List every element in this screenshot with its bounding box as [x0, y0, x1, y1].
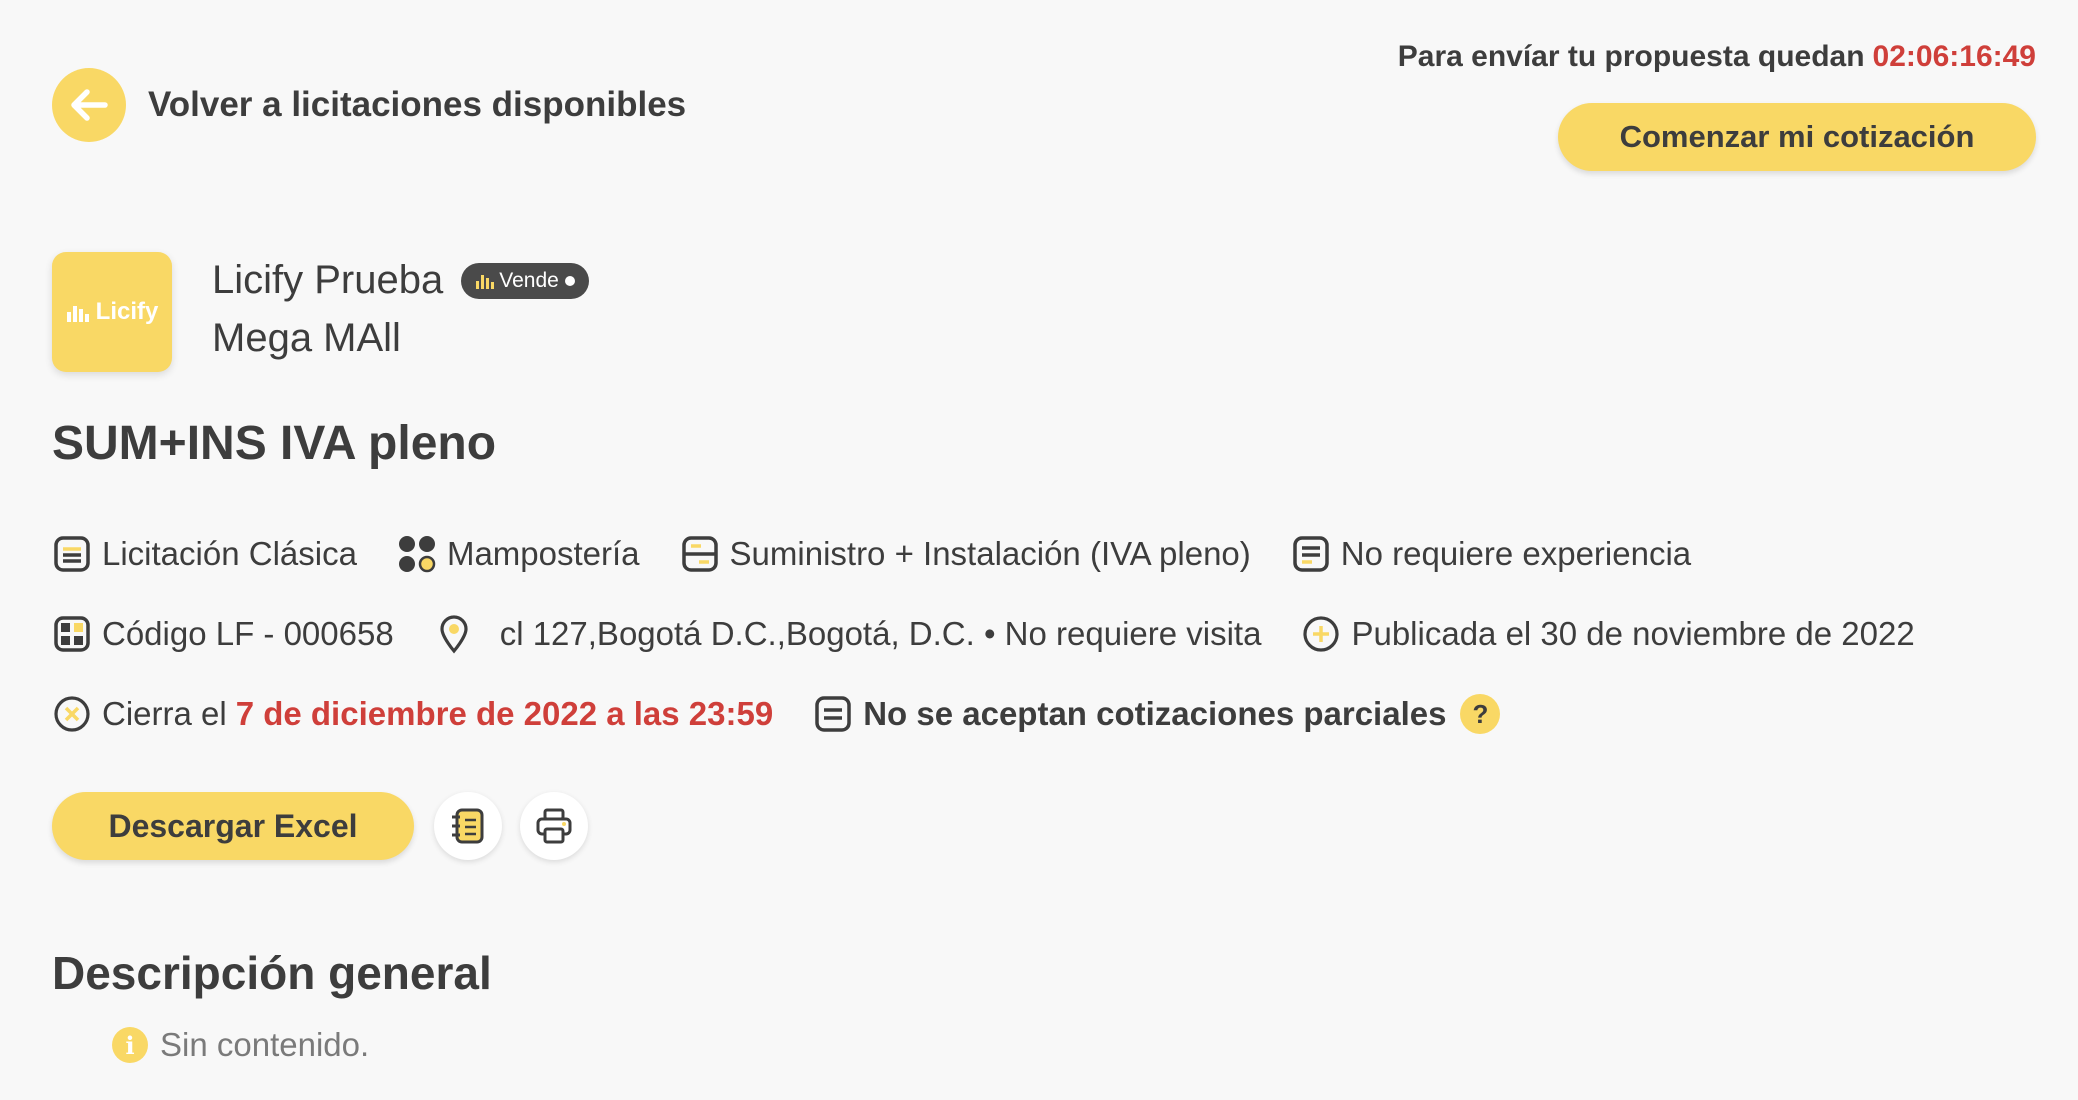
deadline-countdown: Para envíar tu propuesta quedan 02:06:16:… [1398, 40, 2036, 74]
bars-logo-icon [66, 306, 89, 322]
split-box-icon [680, 534, 720, 574]
company-name: Licify Prueba Vende [212, 258, 589, 303]
logo-wordmark: Licify [95, 298, 159, 325]
document-list-icon [52, 534, 92, 574]
grid-icon [52, 614, 92, 654]
badge-dot-icon [564, 275, 575, 286]
empty-description-text: Sin contenido. [160, 1026, 370, 1063]
back-link-label[interactable]: Volver a licitaciones disponibles [148, 85, 686, 125]
description-heading: Descripción general [52, 947, 492, 999]
closing-prefix: Cierra el [102, 695, 227, 732]
empty-description: i Sin contenido. [112, 1026, 369, 1064]
close-circle-icon [52, 694, 92, 734]
tender-published: Publicada el 30 de noviembre de 2022 [1301, 614, 1915, 654]
tender-info-row-3: Cierra el 7 de diciembre de 2022 a las 23… [52, 694, 1540, 734]
role-badge: Vende [461, 262, 589, 299]
tender-detail-page: Volver a licitaciones disponibles Para e… [0, 0, 2078, 1100]
bars-icon [476, 274, 495, 289]
print-button[interactable] [520, 792, 588, 860]
tender-info-row-2: Código LF - 000658 cl 127,Bogotá D.C.,Bo… [52, 614, 1955, 654]
countdown-value: 02:06:16:49 [1872, 40, 2036, 73]
map-pin-icon [434, 614, 474, 654]
project-name: Mega MAll [212, 316, 401, 360]
printer-icon [536, 808, 572, 844]
help-icon[interactable]: ? [1460, 694, 1501, 734]
start-quote-button[interactable]: Comenzar mi cotización [1558, 103, 2036, 171]
download-excel-button[interactable]: Descargar Excel [52, 792, 414, 860]
category-dots-icon [397, 534, 437, 574]
closing-date: 7 de diciembre de 2022 a las 23:59 [235, 695, 774, 732]
notes-button[interactable] [434, 792, 502, 860]
tender-experience: No requiere experiencia [1291, 534, 1691, 574]
notebook-icon [452, 808, 484, 844]
plus-circle-icon [1301, 614, 1341, 654]
tender-info-row-1: Licitación Clásica Mampostería Suministr… [52, 534, 1731, 574]
document-lines-icon [813, 694, 853, 734]
back-link[interactable]: Volver a licitaciones disponibles [52, 68, 686, 142]
role-badge-label: Vende [499, 268, 559, 292]
info-icon: i [112, 1027, 148, 1063]
company-logo: Licify [52, 252, 172, 372]
tender-title: SUM+INS IVA pleno [52, 417, 497, 470]
tender-type: Licitación Clásica [52, 534, 357, 574]
tender-location: cl 127,Bogotá D.C.,Bogotá, D.C. • No req… [434, 614, 1261, 654]
countdown-label: Para envíar tu propuesta quedan [1397, 40, 1865, 73]
arrow-left-icon[interactable] [52, 68, 126, 142]
tender-modality: Suministro + Instalación (IVA pleno) [680, 534, 1251, 574]
company-name-text: Licify Prueba [212, 258, 444, 302]
tender-code: Código LF - 000658 [52, 614, 394, 654]
document-lines-icon [1291, 534, 1331, 574]
tender-closing: Cierra el 7 de diciembre de 2022 a las 23… [52, 694, 773, 734]
tender-category: Mampostería [397, 534, 640, 574]
partial-quotes-policy: No se aceptan cotizaciones parciales ? [813, 694, 1501, 734]
